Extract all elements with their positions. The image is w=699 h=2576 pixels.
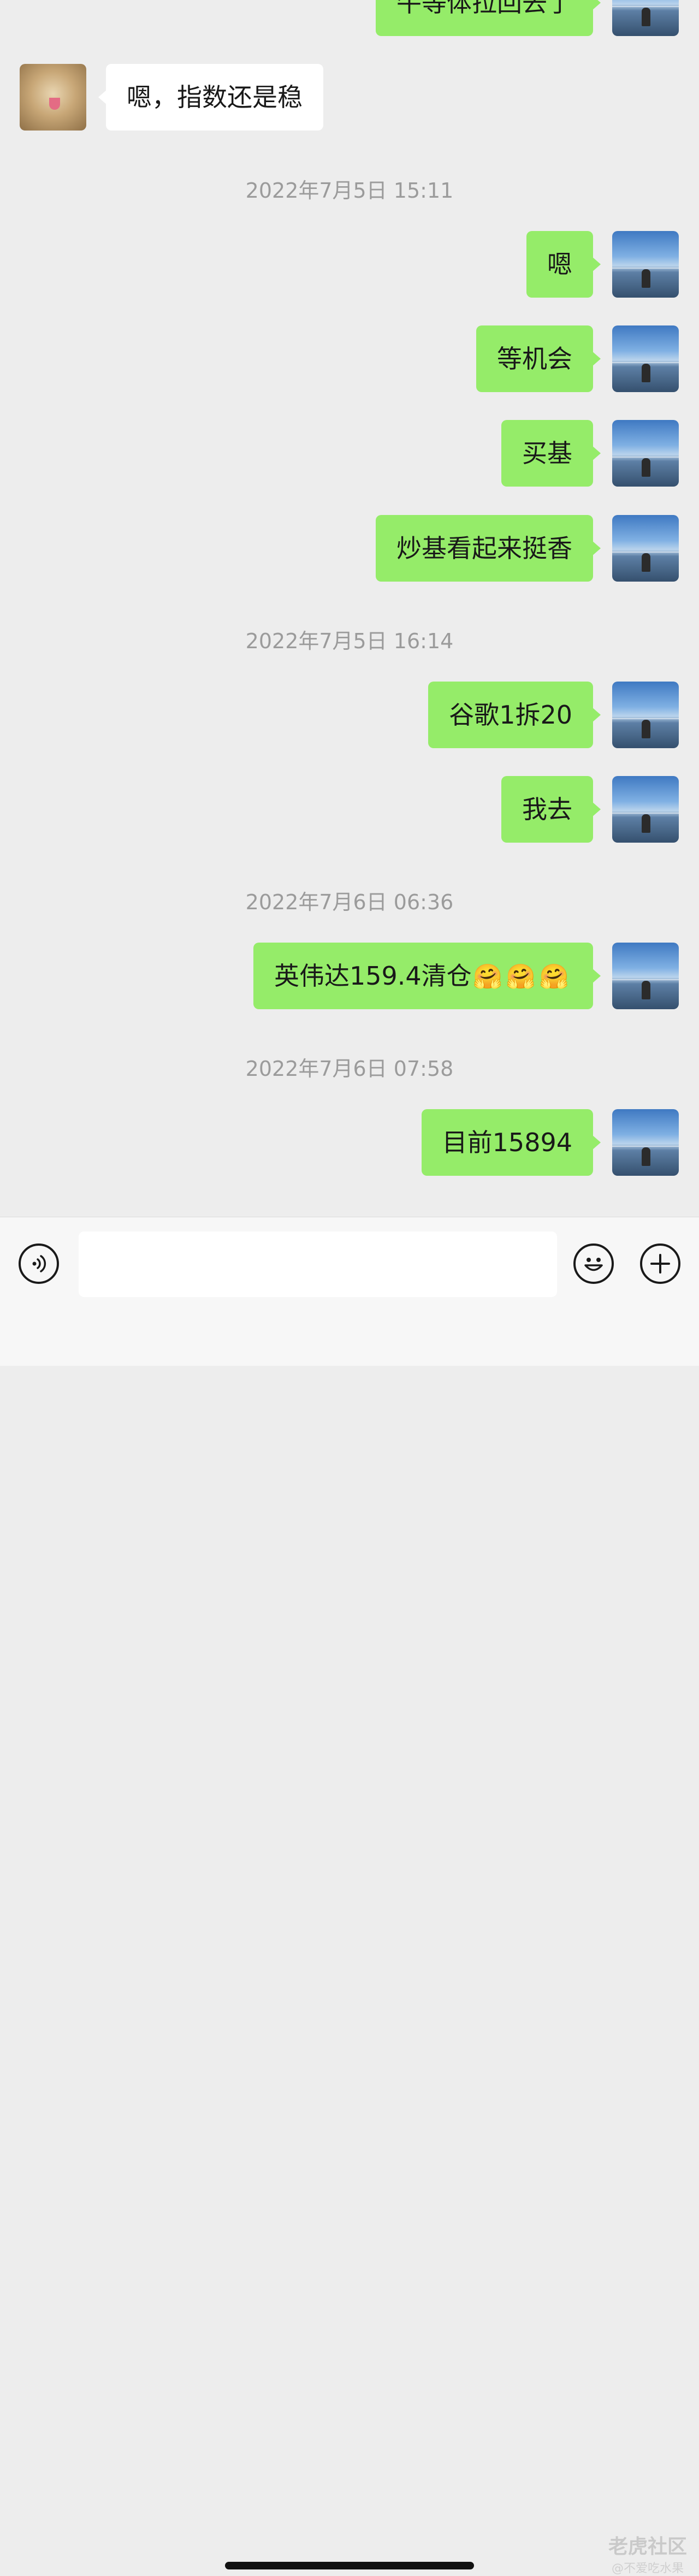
emoji-icon xyxy=(584,1258,603,1271)
message-text: 嗯 xyxy=(547,250,572,279)
timestamp: 2022年7月6日 06:36 xyxy=(245,890,454,914)
message-input[interactable] xyxy=(79,1231,557,1297)
voice-button[interactable] xyxy=(19,1243,59,1284)
emoji-button[interactable] xyxy=(573,1243,614,1284)
message-text: 谷歌1拆20 xyxy=(449,700,572,730)
my-avatar[interactable] xyxy=(612,682,679,748)
hug-emoji-icon: 🤗🤗🤗 xyxy=(472,963,572,991)
sent-message-bubble[interactable]: 目前15894 xyxy=(421,1109,601,1176)
watermark-brand: 老虎社区 xyxy=(608,2536,687,2558)
message-text: 炒基看起来挺香 xyxy=(396,534,572,563)
chat-history[interactable]: 牛等体拉回去了 嗯，指数还是稳 2022年7月5日 15:11 嗯 等机会 买基… xyxy=(0,0,699,1217)
my-avatar[interactable] xyxy=(612,776,679,843)
plus-icon xyxy=(650,1254,670,1274)
received-message-bubble[interactable]: 嗯，指数还是稳 xyxy=(98,64,323,131)
sent-message-bubble[interactable]: 等机会 xyxy=(476,325,601,392)
input-bar: 老虎社区 @不爱吃水果 xyxy=(0,1217,699,2575)
timestamp: 2022年7月5日 16:14 xyxy=(245,629,454,653)
home-indicator[interactable] xyxy=(225,2562,474,2569)
message-text: 嗯，指数还是稳 xyxy=(127,82,303,112)
my-avatar[interactable] xyxy=(612,325,679,392)
timestamp: 2022年7月6日 07:58 xyxy=(245,1057,454,1081)
my-avatar[interactable] xyxy=(612,231,679,298)
more-button[interactable] xyxy=(640,1243,680,1284)
watermark-user: @不爱吃水果 xyxy=(611,2562,684,2575)
sent-message-bubble[interactable]: 我去 xyxy=(501,776,601,843)
my-avatar[interactable] xyxy=(612,420,679,487)
sent-message-bubble[interactable]: 英伟达159.4清仓🤗🤗🤗 xyxy=(253,943,601,1009)
my-avatar[interactable] xyxy=(612,943,679,1009)
message-text: 等机会 xyxy=(497,344,572,374)
sent-message-bubble[interactable]: 买基 xyxy=(501,420,601,487)
contact-avatar[interactable] xyxy=(20,64,86,131)
my-avatar[interactable] xyxy=(612,515,679,582)
sent-message-bubble[interactable]: 炒基看起来挺香 xyxy=(376,515,601,582)
my-avatar[interactable] xyxy=(612,1109,679,1176)
sent-message-bubble[interactable]: 牛等体拉回去了 xyxy=(376,0,601,36)
sent-message-bubble[interactable]: 嗯 xyxy=(526,231,601,298)
message-text: 我去 xyxy=(522,795,572,824)
message-text: 买基 xyxy=(522,439,572,468)
voice-icon xyxy=(32,1255,46,1272)
timestamp: 2022年7月5日 15:11 xyxy=(245,179,454,203)
message-text: 英伟达159.4清仓 xyxy=(274,961,472,991)
message-text: 牛等体拉回去了 xyxy=(396,0,572,17)
sent-message-bubble[interactable]: 谷歌1拆20 xyxy=(428,682,601,748)
message-text: 目前15894 xyxy=(442,1128,572,1157)
my-avatar[interactable] xyxy=(612,0,679,36)
